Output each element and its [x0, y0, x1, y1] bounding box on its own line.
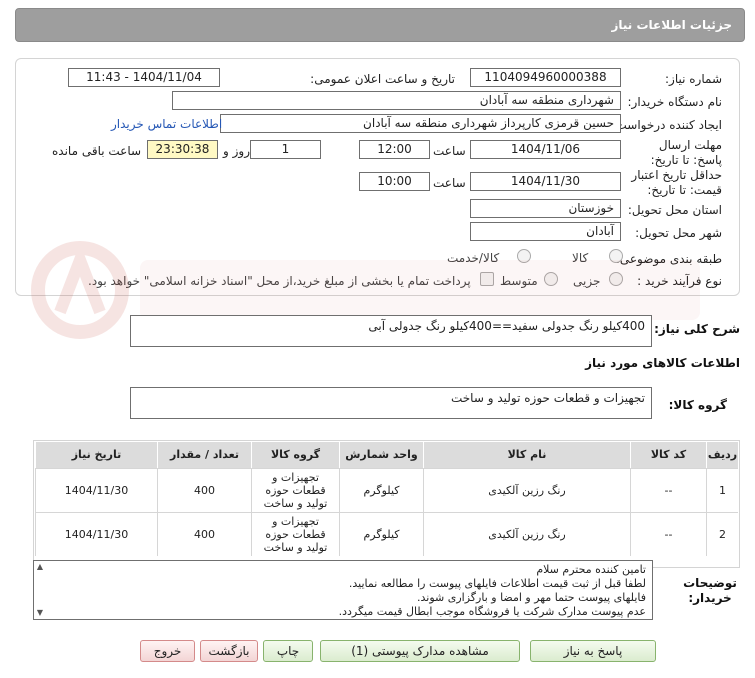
view-attachments-button[interactable]: مشاهده مدارک پیوستی (1): [320, 640, 520, 662]
quantity-cell: 400: [157, 513, 251, 556]
table-header-code: کد کالا: [630, 442, 706, 468]
process-radio-minor[interactable]: [609, 272, 623, 286]
description-field[interactable]: 400کیلو رنگ جدولی سفید==400کیلو رنگ جدول…: [130, 315, 652, 347]
process-option-minor: جزیی: [573, 274, 601, 288]
description-label: شرح کلی نیاز:: [654, 322, 740, 336]
goods-name-cell: رنگ رزین آلکیدی: [423, 469, 630, 512]
validity-date-field[interactable]: 1404/11/30: [470, 172, 621, 191]
title-bar: جزئیات اطلاعات نیاز: [15, 8, 745, 42]
deadline-date-field[interactable]: 1404/11/06: [470, 140, 621, 159]
table-row[interactable]: 2 -- رنگ رزین آلکیدی کیلوگرم تجهیزات و ق…: [35, 512, 738, 556]
reply-button[interactable]: پاسخ به نیاز: [530, 640, 656, 662]
deadline-time-field[interactable]: 12:00: [359, 140, 430, 159]
category-option-goods: کالا: [572, 251, 589, 265]
remaining-label: ساعت باقی مانده: [52, 144, 142, 158]
notes-line: عدم پیوست مدارک شرکت یا فروشگاه موجب ابط…: [338, 605, 646, 618]
goods-code-cell: --: [630, 513, 706, 556]
category-radio-goods-service[interactable]: [517, 249, 531, 263]
city-field[interactable]: آبادان: [470, 222, 621, 241]
notes-line: تامین کننده محترم سلام: [536, 563, 646, 576]
unit-cell: کیلوگرم: [339, 513, 423, 556]
table-header-unit: واحد شمارش: [339, 442, 423, 468]
goods-group-field[interactable]: تجهیزات و قطعات حوزه تولید و ساخت: [130, 387, 652, 419]
row-number-cell: 1: [706, 469, 738, 512]
process-label: نوع فرآیند خرید :: [637, 274, 722, 288]
buyer-org-field[interactable]: شهرداری منطقه سه آبادان: [172, 91, 621, 110]
announce-label: تاریخ و ساعت اعلان عمومی:: [310, 72, 455, 86]
exit-button[interactable]: خروج: [140, 640, 195, 662]
need-date-cell: 1404/11/30: [35, 513, 157, 556]
treasury-checkbox[interactable]: [480, 272, 494, 286]
scroll-up-icon[interactable]: ▲: [35, 562, 45, 572]
validity-time-field[interactable]: 10:00: [359, 172, 430, 191]
creator-label: ایجاد کننده درخواست:: [611, 118, 722, 132]
buyer-org-label: نام دستگاه خریدار:: [627, 95, 723, 109]
scroll-down-icon[interactable]: ▼: [35, 608, 45, 618]
goods-info-title: اطلاعات کالاهای مورد نیاز: [585, 356, 740, 370]
remaining-time-field[interactable]: 23:30:38: [147, 140, 218, 159]
category-label: طبقه بندی موضوعی:: [615, 252, 722, 266]
table-header-row-num: ردیف: [706, 442, 738, 468]
province-label: استان محل تحویل:: [627, 203, 722, 217]
payment-note: پرداخت تمام یا بخشی از مبلغ خرید،از محل …: [88, 274, 471, 288]
need-number-field[interactable]: 1104094960000388: [470, 68, 621, 87]
deadline-label: مهلت ارسال پاسخ: تا تاریخ:: [650, 138, 722, 167]
quantity-cell: 400: [157, 469, 251, 512]
print-button[interactable]: چاپ: [263, 640, 313, 662]
table-header-date: تاریخ نیاز: [35, 442, 157, 468]
notes-scrollbar[interactable]: ▲ ▼: [35, 562, 45, 618]
group-cell: تجهیزات و قطعات حوزه تولید و ساخت: [251, 469, 339, 512]
process-option-medium: متوسط: [500, 274, 538, 288]
table-header-group: گروه کالا: [251, 442, 339, 468]
notes-label: توضیحات خریدار:: [683, 576, 737, 605]
goods-table: ردیف کد کالا نام کالا واحد شمارش گروه کا…: [33, 440, 740, 568]
validity-time-label: ساعت: [433, 176, 466, 190]
group-cell: تجهیزات و قطعات حوزه تولید و ساخت: [251, 513, 339, 556]
table-row[interactable]: 1 -- رنگ رزین آلکیدی کیلوگرم تجهیزات و ق…: [35, 468, 738, 512]
unit-cell: کیلوگرم: [339, 469, 423, 512]
days-label: روز و: [223, 144, 250, 158]
deadline-time-label: ساعت: [433, 144, 466, 158]
row-number-cell: 2: [706, 513, 738, 556]
table-header-name: نام کالا: [423, 442, 630, 468]
province-field[interactable]: خوزستان: [470, 199, 621, 218]
validity-label: حداقل تاریخ اعتبار قیمت: تا تاریخ:: [631, 168, 722, 197]
notes-line: لطفا قبل از ثبت قیمت اطلاعات فایلهای پیو…: [348, 577, 646, 590]
table-header-quantity: تعداد / مقدار: [157, 442, 251, 468]
process-radio-medium[interactable]: [544, 272, 558, 286]
buyer-notes-field[interactable]: تامین کننده محترم سلام لطفا قبل از ثبت ق…: [33, 560, 653, 620]
back-button[interactable]: بازگشت: [200, 640, 258, 662]
notes-line: فایلهای پیوست حتما مهر و امضا و بارگزاری…: [417, 591, 646, 604]
page-title: جزئیات اطلاعات نیاز: [611, 18, 732, 32]
days-count-field[interactable]: 1: [250, 140, 321, 159]
category-option-goods-service: کالا/خدمت: [447, 251, 500, 265]
goods-group-label: گروه کالا:: [668, 398, 727, 412]
need-date-cell: 1404/11/30: [35, 469, 157, 512]
goods-name-cell: رنگ رزین آلکیدی: [423, 513, 630, 556]
announce-field[interactable]: 1404/11/04 - 11:43: [68, 68, 220, 87]
category-radio-goods[interactable]: [609, 249, 623, 263]
city-label: شهر محل تحویل:: [635, 226, 722, 240]
creator-field[interactable]: حسین قرمزی کارپرداز شهرداری منطقه سه آبا…: [220, 114, 621, 133]
goods-code-cell: --: [630, 469, 706, 512]
contact-info-link[interactable]: اطلاعات تماس خریدار: [111, 117, 222, 131]
need-number-label: شماره نیاز:: [665, 72, 722, 86]
